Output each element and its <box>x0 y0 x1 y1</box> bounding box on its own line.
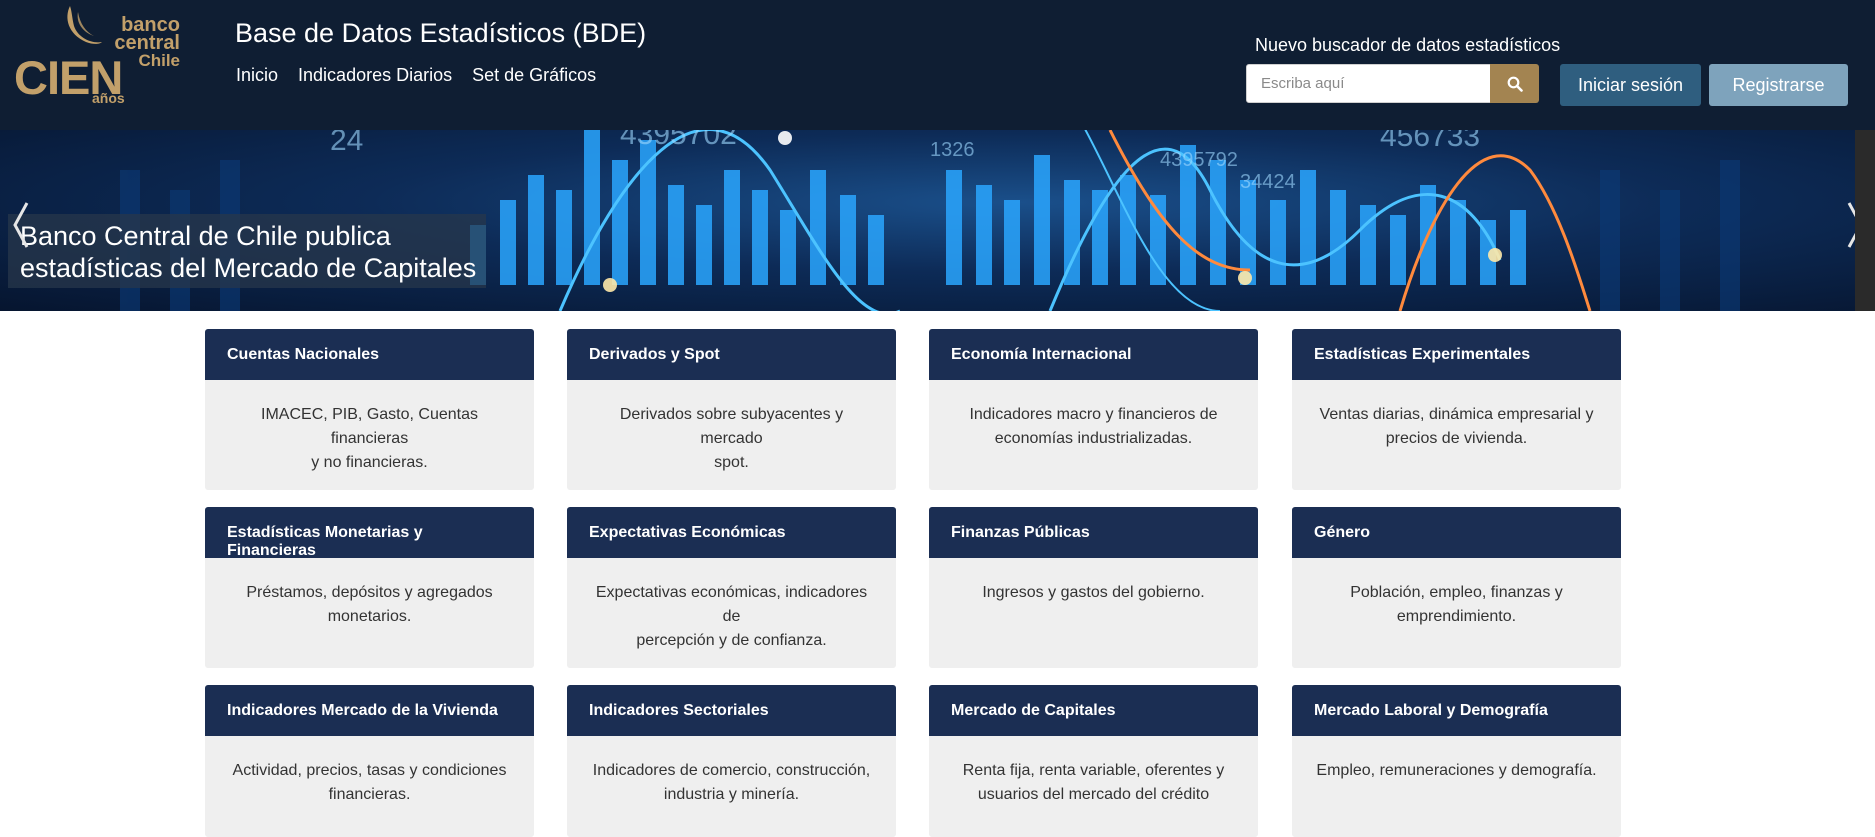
card-title[interactable]: Economía Internacional <box>929 329 1258 380</box>
nav-link-indicadores-diarios[interactable]: Indicadores Diarios <box>298 65 452 86</box>
card-title[interactable]: Estadísticas Experimentales <box>1292 329 1621 380</box>
banner-number: 24 <box>330 130 363 157</box>
card-description-line: Ingresos y gastos del gobierno. <box>982 584 1205 601</box>
category-card[interactable]: Estadísticas Experimentales Ventas diari… <box>1292 329 1621 490</box>
banner-number: 4395702 <box>620 130 737 151</box>
banner-number: 1326 <box>930 139 975 161</box>
news-carousel[interactable]: 24 4395702 1326 4395792 34424 456733 Ban… <box>0 130 1855 311</box>
card-description-line: Expectativas económicas, indicadores de <box>595 584 868 625</box>
card-description-line: precios de vivienda. <box>1385 430 1528 447</box>
nav-link-set-de-graficos[interactable]: Set de Gráficos <box>472 65 596 86</box>
banco-central-cien-logo[interactable]: banco central Chile CIEN años <box>12 4 180 106</box>
card-title[interactable]: Mercado Laboral y Demografía <box>1292 685 1621 736</box>
card-description-line: economías industrializadas. <box>994 430 1193 447</box>
logo-swoosh-icon <box>67 6 102 44</box>
login-button[interactable]: Iniciar sesión <box>1560 64 1701 106</box>
card-description-line: Indicadores macro y financieros de <box>969 406 1218 423</box>
category-card[interactable]: Cuentas Nacionales IMACEC, PIB, Gasto, C… <box>205 329 534 490</box>
card-description-line: usuarios del mercado del crédito <box>977 786 1210 803</box>
carousel-caption[interactable]: Banco Central de Chile publica estadísti… <box>8 214 487 288</box>
card-title[interactable]: Expectativas Económicas <box>567 507 896 558</box>
card-description-line: Indicadores de comercio, construcción, <box>592 762 871 779</box>
card-title[interactable]: Indicadores Mercado de la Vivienda <box>205 685 534 736</box>
category-card[interactable]: Expectativas Económicas Expectativas eco… <box>567 507 896 668</box>
category-card[interactable]: Estadísticas Monetarias y Financieras Pr… <box>205 507 534 668</box>
card-description-line: emprendimiento. <box>1396 608 1517 625</box>
search-input[interactable] <box>1246 64 1492 103</box>
card-description-line: percepción y de confianza. <box>636 632 827 649</box>
register-button[interactable]: Registrarse <box>1709 64 1848 106</box>
card-description-line: Ventas diarias, dinámica empresarial y <box>1319 406 1594 423</box>
card-title[interactable]: Género <box>1292 507 1621 558</box>
card-description: Préstamos, depósitos y agregados monetar… <box>205 558 534 629</box>
card-description: Indicadores macro y financieros de econo… <box>929 380 1258 451</box>
main-nav: Inicio Indicadores Diarios Set de Gráfic… <box>236 65 596 86</box>
carousel-caption-line1: Banco Central de Chile publica <box>20 221 391 251</box>
search-label: Nuevo buscador de datos estadísticos <box>1255 35 1561 55</box>
category-card[interactable]: Mercado Laboral y Demografía Empleo, rem… <box>1292 685 1621 837</box>
category-card[interactable]: Derivados y Spot Derivados sobre subyace… <box>567 329 896 490</box>
carousel-prev-button[interactable] <box>8 200 34 250</box>
card-description: Renta fija, renta variable, oferentes y … <box>929 736 1258 807</box>
card-description-line: Empleo, remuneraciones y demografía. <box>1316 762 1597 779</box>
card-title[interactable]: Cuentas Nacionales <box>205 329 534 380</box>
card-description-line: industria y minería. <box>663 786 800 803</box>
card-title[interactable]: Mercado de Capitales <box>929 685 1258 736</box>
carousel-caption-line2: estadísticas del Mercado de Capitales <box>20 253 477 283</box>
card-description-line: Población, empleo, finanzas y <box>1350 584 1563 601</box>
search-icon <box>1507 76 1523 92</box>
category-card[interactable]: Economía Internacional Indicadores macro… <box>929 329 1258 490</box>
category-card[interactable]: Indicadores Mercado de la Vivienda Activ… <box>205 685 534 837</box>
card-description: Expectativas económicas, indicadores de … <box>567 558 896 653</box>
site-header: banco central Chile CIEN años Base de Da… <box>0 0 1875 130</box>
card-description: Indicadores de comercio, construcción, i… <box>567 736 896 807</box>
card-description-line: y no financieras. <box>311 454 428 471</box>
card-description-line: monetarios. <box>327 608 412 625</box>
card-description-line: Derivados sobre subyacentes y mercado <box>619 406 844 447</box>
card-description-line: Préstamos, depósitos y agregados <box>246 584 493 601</box>
chevron-left-icon <box>13 202 29 248</box>
card-description: Ventas diarias, dinámica empresarial y p… <box>1292 380 1621 451</box>
card-description: Población, empleo, finanzas y emprendimi… <box>1292 558 1621 629</box>
page-title: Base de Datos Estadísticos (BDE) <box>235 18 647 48</box>
category-card[interactable]: Género Población, empleo, finanzas y emp… <box>1292 507 1621 668</box>
card-description-line: spot. <box>714 454 749 471</box>
category-card[interactable]: Finanzas Públicas Ingresos y gastos del … <box>929 507 1258 668</box>
card-description: Ingresos y gastos del gobierno. <box>929 558 1258 605</box>
carousel-edge <box>1855 130 1875 311</box>
card-description: IMACEC, PIB, Gasto, Cuentas financieras … <box>205 380 534 475</box>
card-description: Derivados sobre subyacentes y mercado sp… <box>567 380 896 475</box>
banner-number: 4395792 <box>1160 149 1238 171</box>
card-description-line: Renta fija, renta variable, oferentes y <box>962 762 1225 779</box>
search-button[interactable] <box>1490 64 1539 103</box>
banner-number: 34424 <box>1240 171 1296 193</box>
card-title[interactable]: Indicadores Sectoriales <box>567 685 896 736</box>
nav-link-inicio[interactable]: Inicio <box>236 65 278 86</box>
banner-number: 456733 <box>1380 130 1480 153</box>
card-description-line: Actividad, precios, tasas y condiciones <box>232 762 507 779</box>
chevron-right-icon <box>1847 202 1855 248</box>
card-description-line: IMACEC, PIB, Gasto, Cuentas financieras <box>261 406 478 447</box>
card-title[interactable]: Finanzas Públicas <box>929 507 1258 558</box>
card-description: Actividad, precios, tasas y condiciones … <box>205 736 534 807</box>
category-card[interactable]: Mercado de Capitales Renta fija, renta v… <box>929 685 1258 837</box>
logo-anos: años <box>92 90 125 106</box>
category-card[interactable]: Indicadores Sectoriales Indicadores de c… <box>567 685 896 837</box>
carousel-next-button[interactable] <box>1842 200 1855 250</box>
card-description-line: financieras. <box>328 786 411 803</box>
card-title[interactable]: Estadísticas Monetarias y Financieras <box>205 507 534 559</box>
card-title[interactable]: Derivados y Spot <box>567 329 896 380</box>
card-description: Empleo, remuneraciones y demografía. <box>1292 736 1621 783</box>
